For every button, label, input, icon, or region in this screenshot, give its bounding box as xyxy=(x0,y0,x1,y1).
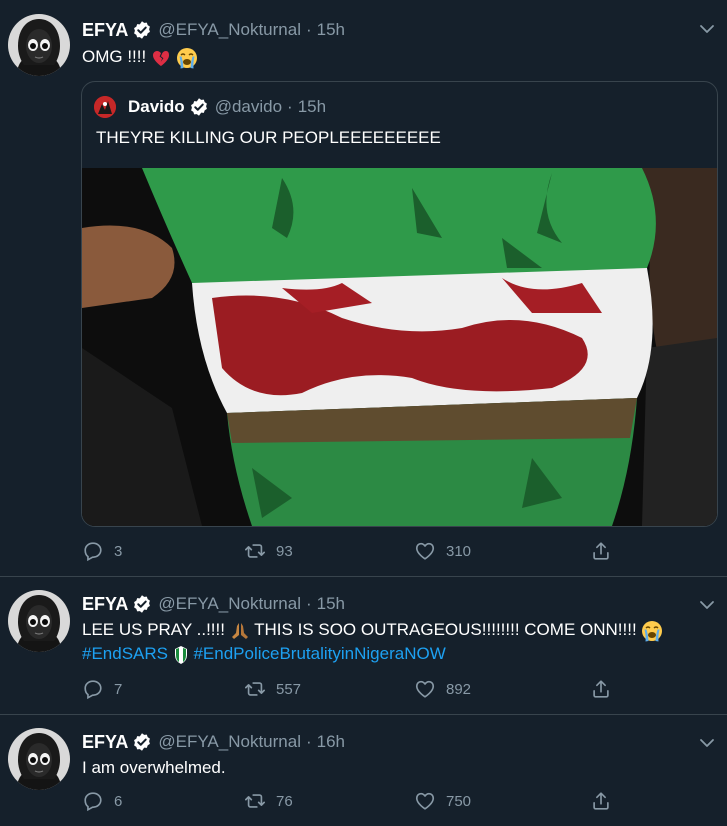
like-count: 310 xyxy=(446,542,472,560)
reply-button[interactable]: 3 xyxy=(82,540,122,562)
share-button[interactable] xyxy=(590,678,612,705)
like-count: 750 xyxy=(446,792,472,810)
hashtag-link[interactable]: #EndPoliceBrutalityinNigeraNOW xyxy=(193,644,445,663)
share-button[interactable] xyxy=(590,540,612,567)
tweet-text-part: LEE US PRAY ..!!!! xyxy=(82,620,230,639)
reply-icon xyxy=(82,678,104,700)
tweet-text: LEE US PRAY ..!!!! THIS IS SOO OUTRAGEOU… xyxy=(82,618,663,666)
retweet-count: 557 xyxy=(276,680,302,698)
user-handle[interactable]: @EFYA_Nokturnal xyxy=(158,20,301,40)
retweet-count: 93 xyxy=(276,542,293,560)
separator-dot: · xyxy=(305,594,312,613)
verified-badge-icon xyxy=(132,732,152,752)
timestamp[interactable]: 15h xyxy=(317,20,345,40)
praying-hands-emoji xyxy=(231,622,248,639)
timestamp[interactable]: 16h xyxy=(317,732,345,752)
display-name[interactable]: EFYA xyxy=(82,20,128,41)
user-handle[interactable]: @EFYA_Nokturnal xyxy=(158,732,301,752)
quoted-display-name[interactable]: Davido xyxy=(128,97,185,117)
separator-dot: · xyxy=(305,732,312,751)
tweet-actions: 7 557 892 xyxy=(82,678,622,702)
chevron-down-icon[interactable] xyxy=(699,24,715,34)
user-avatar[interactable] xyxy=(8,590,70,652)
reply-count: 7 xyxy=(114,680,123,698)
retweet-button[interactable]: 557 xyxy=(244,678,301,700)
chevron-down-icon[interactable] xyxy=(699,600,715,610)
crying-face-emoji xyxy=(642,620,663,642)
user-avatar[interactable] xyxy=(8,728,70,790)
display-name[interactable]: EFYA xyxy=(82,732,128,753)
tweet-text: OMG !!!! xyxy=(82,45,198,69)
retweet-icon xyxy=(244,790,266,812)
tweet-actions: 3 93 310 xyxy=(82,540,622,564)
share-icon xyxy=(590,790,612,812)
share-icon xyxy=(590,678,612,700)
retweet-icon xyxy=(244,678,266,700)
quoted-user-handle[interactable]: @davido xyxy=(215,97,282,117)
tweet[interactable]: EFYA @EFYA_Nokturnal · 16h I am overwhel… xyxy=(0,714,727,826)
heart-icon xyxy=(414,540,436,562)
hashtag-link[interactable]: #EndSARS xyxy=(82,644,168,663)
retweet-count: 76 xyxy=(276,792,293,810)
chevron-down-icon[interactable] xyxy=(699,738,715,748)
user-handle[interactable]: @EFYA_Nokturnal xyxy=(158,594,301,614)
separator-dot: · xyxy=(287,97,293,116)
reply-button[interactable]: 7 xyxy=(82,678,122,700)
retweet-button[interactable]: 93 xyxy=(244,540,293,562)
quoted-tweet-header: Davido @davido · 15h xyxy=(128,96,326,118)
tweet-actions: 6 76 750 xyxy=(82,790,622,814)
like-button[interactable]: 892 xyxy=(414,678,471,700)
quoted-tweet-text: THEYRE KILLING OUR PEOPLEEEEEEEEE xyxy=(96,128,441,147)
heart-icon xyxy=(414,678,436,700)
tweet-text: I am overwhelmed. xyxy=(82,758,226,777)
reply-icon xyxy=(82,790,104,812)
verified-badge-icon xyxy=(132,20,152,40)
endsars-hashtag-emoji xyxy=(174,645,187,664)
like-count: 892 xyxy=(446,680,472,698)
tweet-text-content: OMG !!!! xyxy=(82,47,151,66)
tweet-header: EFYA @EFYA_Nokturnal · 16h xyxy=(82,730,345,754)
separator-dot: · xyxy=(305,20,312,39)
user-avatar[interactable] xyxy=(8,14,70,76)
quoted-timestamp: 15h xyxy=(297,97,327,116)
heart-icon xyxy=(414,790,436,812)
timestamp[interactable]: 15h xyxy=(317,594,345,614)
quoted-tweet-image[interactable] xyxy=(82,168,717,526)
retweet-button[interactable]: 76 xyxy=(244,790,293,812)
crying-face-emoji xyxy=(176,47,197,69)
tweet-header: EFYA @EFYA_Nokturnal · 15h xyxy=(82,592,345,616)
reply-button[interactable]: 6 xyxy=(82,790,122,812)
reply-count: 6 xyxy=(114,792,123,810)
share-icon xyxy=(590,540,612,562)
broken-heart-emoji xyxy=(152,50,169,66)
like-button[interactable]: 310 xyxy=(414,540,471,562)
reply-icon xyxy=(82,540,104,562)
retweet-icon xyxy=(244,540,266,562)
tweet-header: EFYA @EFYA_Nokturnal · 15h xyxy=(82,18,345,42)
tweet[interactable]: EFYA @EFYA_Nokturnal · 15h LEE US PRAY .… xyxy=(0,576,727,715)
reply-count: 3 xyxy=(114,542,123,560)
tweet-text-part: THIS IS SOO OUTRAGEOUS!!!!!!!! COME ONN!… xyxy=(249,620,642,639)
verified-badge-icon xyxy=(132,594,152,614)
tweet[interactable]: EFYA @EFYA_Nokturnal · 15h OMG !!!! Davi… xyxy=(0,0,727,577)
quoted-tweet[interactable]: Davido @davido · 15h THEYRE KILLING OUR … xyxy=(81,81,718,527)
share-button[interactable] xyxy=(590,790,612,817)
display-name[interactable]: EFYA xyxy=(82,594,128,615)
like-button[interactable]: 750 xyxy=(414,790,471,812)
quoted-user-avatar[interactable] xyxy=(94,96,116,118)
verified-badge-icon xyxy=(189,97,209,117)
